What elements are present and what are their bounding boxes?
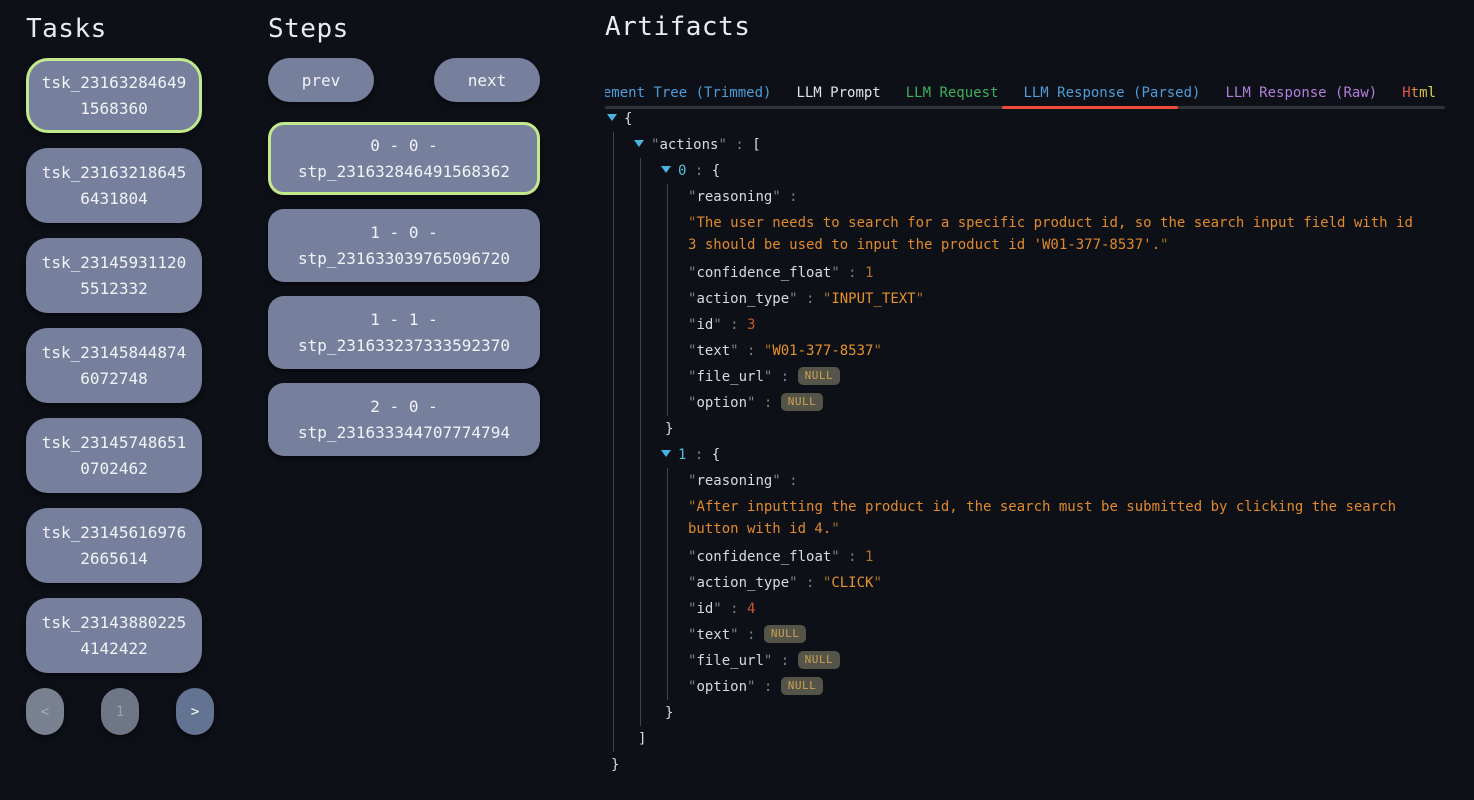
- null-badge: NULL: [798, 367, 841, 385]
- tab-html-raw[interactable]: Html (Raw): [1402, 82, 1445, 104]
- json-kv-row: "confidence_float" : 1: [688, 544, 1418, 570]
- tasks-panel: Tasks tsk_231632846491568360 tsk_23163218…: [26, 14, 216, 735]
- json-tree-viewer: {"actions" : [0 : {"reasoning" :"The use…: [607, 106, 1418, 778]
- task-item[interactable]: tsk_231438802254142422: [26, 598, 202, 673]
- json-children-block: "reasoning" :"After inputting the produc…: [667, 468, 1418, 700]
- json-key-row: "reasoning" :: [688, 184, 1418, 210]
- step-item[interactable]: 2 - 0 - stp_231633344707774794: [268, 383, 540, 456]
- json-open-row: {: [607, 106, 1418, 132]
- json-close-row: }: [607, 752, 1418, 778]
- tasks-pagination: < 1 >: [26, 688, 214, 735]
- json-open-row: 0 : {: [661, 158, 1418, 184]
- json-kv-row: "action_type" : "INPUT_TEXT": [688, 286, 1418, 312]
- collapse-arrow-icon[interactable]: [607, 114, 617, 121]
- step-item[interactable]: 1 - 1 - stp_231633237333592370: [268, 296, 540, 369]
- json-kv-row: "id" : 3: [688, 312, 1418, 338]
- json-kv-row: "option" : NULL: [688, 390, 1418, 416]
- collapse-arrow-icon[interactable]: [661, 166, 671, 173]
- json-close-row: ]: [634, 726, 1418, 752]
- json-kv-row: "confidence_float" : 1: [688, 260, 1418, 286]
- json-open-row: "actions" : [: [634, 132, 1418, 158]
- steps-title: Steps: [268, 14, 540, 44]
- json-children-block: "reasoning" :"The user needs to search f…: [667, 184, 1418, 416]
- json-kv-row: "file_url" : NULL: [688, 364, 1418, 390]
- null-badge: NULL: [781, 677, 824, 695]
- task-item[interactable]: tsk_231632186456431804: [26, 148, 202, 223]
- json-close-row: }: [661, 416, 1418, 442]
- json-kv-row: "text" : "W01-377-8537": [688, 338, 1418, 364]
- collapse-arrow-icon[interactable]: [661, 450, 671, 457]
- tasks-title: Tasks: [26, 14, 216, 44]
- json-kv-row: "file_url" : NULL: [688, 648, 1418, 674]
- json-close-row: }: [661, 700, 1418, 726]
- app-root: Tasks tsk_231632846491568360 tsk_23163218…: [0, 0, 1474, 800]
- step-item[interactable]: 1 - 0 - stp_231633039765096720: [268, 209, 540, 282]
- json-kv-row: "text" : NULL: [688, 622, 1418, 648]
- step-item[interactable]: 0 - 0 - stp_231632846491568362: [268, 122, 540, 195]
- step-controls: prev next: [268, 58, 540, 102]
- task-item[interactable]: tsk_231632846491568360: [26, 58, 202, 133]
- json-kv-row: "id" : 4: [688, 596, 1418, 622]
- json-string-value: "After inputting the product id, the sea…: [688, 496, 1418, 540]
- prev-step-button[interactable]: prev: [268, 58, 374, 102]
- json-kv-row: "option" : NULL: [688, 674, 1418, 700]
- next-step-button[interactable]: next: [434, 58, 540, 102]
- null-badge: NULL: [764, 625, 807, 643]
- tab-element-tree-trimmed[interactable]: Element Tree (Trimmed): [605, 82, 771, 104]
- null-badge: NULL: [781, 393, 824, 411]
- collapse-arrow-icon[interactable]: [634, 140, 644, 147]
- tab-llm-response-parsed[interactable]: LLM Response (Parsed): [1023, 82, 1200, 104]
- tab-llm-prompt[interactable]: LLM Prompt: [796, 82, 880, 104]
- json-children-block: "actions" : [0 : {"reasoning" :"The user…: [613, 132, 1418, 752]
- json-children-block: 0 : {"reasoning" :"The user needs to sea…: [640, 158, 1418, 726]
- steps-panel: Steps prev next 0 - 0 - stp_231632846491…: [268, 14, 540, 470]
- json-kv-row: "action_type" : "CLICK": [688, 570, 1418, 596]
- pagination-next-button[interactable]: >: [176, 688, 214, 735]
- tab-llm-response-raw[interactable]: LLM Response (Raw): [1225, 82, 1377, 104]
- pagination-prev-button[interactable]: <: [26, 688, 64, 735]
- null-badge: NULL: [798, 651, 841, 669]
- artifacts-title: Artifacts: [605, 12, 1465, 42]
- task-list: tsk_231632846491568360 tsk_23163218645643…: [26, 58, 202, 673]
- json-string-value: "The user needs to search for a specific…: [688, 212, 1418, 256]
- task-item[interactable]: tsk_231457486510702462: [26, 418, 202, 493]
- json-open-row: 1 : {: [661, 442, 1418, 468]
- task-item[interactable]: tsk_231458448746072748: [26, 328, 202, 403]
- artifact-tab-bar: Element Tree (Trimmed) LLM Prompt LLM Requ…: [605, 82, 1445, 104]
- artifacts-panel: Artifacts Element Tree (Trimmed) LLM Prom…: [605, 12, 1465, 109]
- json-key-row: "reasoning" :: [688, 468, 1418, 494]
- tab-llm-request[interactable]: LLM Request: [906, 82, 999, 104]
- task-item[interactable]: tsk_231456169762665614: [26, 508, 202, 583]
- pagination-page-1-button[interactable]: 1: [101, 688, 139, 735]
- task-item[interactable]: tsk_231459311205512332: [26, 238, 202, 313]
- step-list: 0 - 0 - stp_231632846491568362 1 - 0 - st…: [268, 122, 540, 456]
